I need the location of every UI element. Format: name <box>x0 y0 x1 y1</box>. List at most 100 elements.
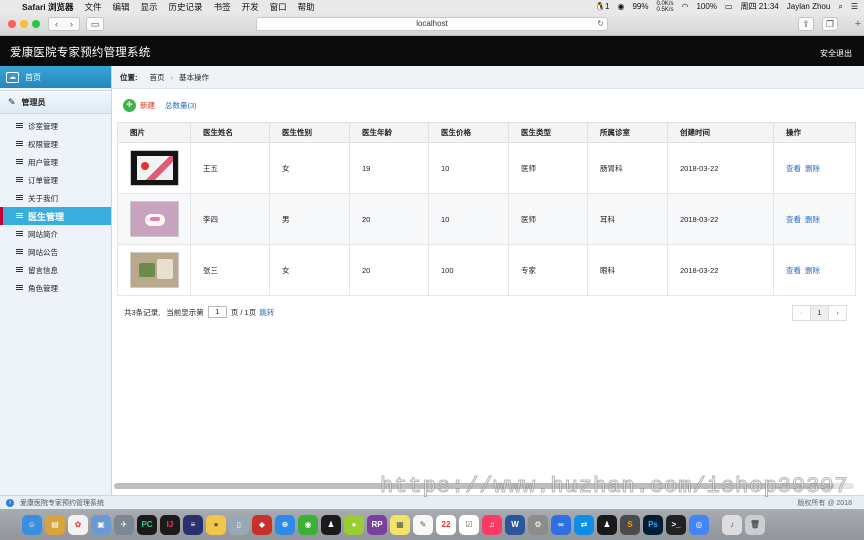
list-icon <box>16 159 23 165</box>
calendar-icon[interactable]: 22 <box>436 514 456 535</box>
sidebar-toggle-icon[interactable]: ▭ <box>86 17 104 31</box>
forward-icon[interactable]: › <box>64 19 79 29</box>
sidebar-item-announcements[interactable]: 网站公告 <box>0 243 111 261</box>
ball-icon[interactable]: ● <box>344 514 364 535</box>
app-title: 爱康医院专家预约管理系统 <box>10 47 151 59</box>
database-icon[interactable]: ▯ <box>229 514 249 535</box>
redis-icon[interactable]: ◆ <box>252 514 272 535</box>
launchpad-icon[interactable]: ✈ <box>114 514 134 535</box>
stickies-icon[interactable]: ▦ <box>390 514 410 535</box>
tabs-overview-icon[interactable]: ❐ <box>822 17 838 31</box>
sidebar-item-label: 留言信息 <box>28 265 58 275</box>
page-1-button[interactable]: 1 <box>810 305 829 321</box>
itunes-icon[interactable]: ♪ <box>722 514 742 535</box>
preview-icon[interactable]: ▣ <box>91 514 111 535</box>
sysprefs-icon[interactable]: ⚙ <box>528 514 548 535</box>
menu-app[interactable]: Safari 浏览器 <box>22 1 74 13</box>
sidebar-item-users[interactable]: 用户管理 <box>0 153 111 171</box>
notification-center-icon[interactable]: ☰ <box>851 2 858 11</box>
col-header-actions: 操作 <box>773 122 856 143</box>
photos-icon[interactable]: ✿ <box>68 514 88 535</box>
sidebar-item-clinic-room[interactable]: 诊室管理 <box>0 117 111 135</box>
menu-file[interactable]: 文件 <box>85 1 102 13</box>
safari-icon[interactable]: ⊕ <box>275 514 295 535</box>
search-icon[interactable]: ⌕ <box>838 2 842 12</box>
baidu-icon[interactable]: ∞ <box>551 514 571 535</box>
sidebar-item-about[interactable]: 关于我们 <box>0 189 111 207</box>
menu-view[interactable]: 显示 <box>141 1 158 13</box>
fullscreen-window-button[interactable] <box>32 20 40 28</box>
menu-help[interactable]: 帮助 <box>298 1 315 13</box>
logout-link[interactable]: 安全退出 <box>820 48 852 59</box>
qq-status-icon[interactable]: 🐧1 <box>595 2 609 11</box>
breadcrumb-home[interactable]: 首页 <box>150 72 165 83</box>
cell-name: 李四 <box>190 193 270 245</box>
cell-room: 肠胃科 <box>587 142 668 194</box>
reload-icon[interactable]: ↻ <box>597 18 604 30</box>
sidebar-item-permission[interactable]: 权限管理 <box>0 135 111 153</box>
view-link[interactable]: 查看 <box>786 266 801 275</box>
intellij-icon[interactable]: IJ <box>160 514 180 535</box>
jump-link[interactable]: 跳转 <box>259 307 274 318</box>
clock[interactable]: 周四 21:34 <box>741 1 779 12</box>
page-number-input[interactable]: 1 <box>207 306 227 318</box>
menu-history[interactable]: 历史记录 <box>169 1 203 13</box>
reminders-icon[interactable]: ☑ <box>459 514 479 535</box>
textedit-icon[interactable]: ✎ <box>413 514 433 535</box>
qq2-icon[interactable]: ♟ <box>597 514 617 535</box>
chrome-icon[interactable]: ◎ <box>689 514 709 535</box>
user-name[interactable]: Jaylan Zhou <box>787 2 831 11</box>
sublime-icon[interactable]: S <box>620 514 640 535</box>
sidebar-item-roles[interactable]: 角色管理 <box>0 279 111 297</box>
word-icon[interactable]: W <box>505 514 525 535</box>
table-header-row: 图片 医生姓名 医生性别 医生年龄 医生价格 医生类型 所属诊室 创建时间 操作 <box>117 122 856 143</box>
menu-window[interactable]: 窗口 <box>270 1 287 13</box>
view-link[interactable]: 查看 <box>786 215 801 224</box>
wechat-icon[interactable]: ◉ <box>298 514 318 535</box>
new-tab-icon[interactable]: + <box>852 13 864 36</box>
cpu-status[interactable]: 99% <box>632 2 648 11</box>
sidebar-home[interactable]: ☁ 首页 <box>0 66 111 88</box>
wifi-icon[interactable]: ◠ <box>681 2 688 11</box>
finder-icon[interactable]: ☺ <box>22 514 42 535</box>
hamster-icon[interactable]: ● <box>206 514 226 535</box>
info-icon: i <box>6 498 14 507</box>
menu-edit[interactable]: 编辑 <box>113 1 130 13</box>
next-page-button[interactable]: › <box>828 305 847 321</box>
add-icon[interactable]: + <box>123 99 136 112</box>
minimize-window-button[interactable] <box>20 20 28 28</box>
menu-develop[interactable]: 开发 <box>242 1 259 13</box>
battery-status[interactable]: 100% <box>696 2 716 11</box>
prev-page-button[interactable]: ‹ <box>792 305 811 321</box>
close-window-button[interactable] <box>8 20 16 28</box>
qq-icon[interactable]: ♟ <box>321 514 341 535</box>
sidebar-item-site-intro[interactable]: 网站简介 <box>0 225 111 243</box>
view-link[interactable]: 查看 <box>786 164 801 173</box>
address-bar[interactable]: localhost ↻ <box>256 17 608 31</box>
trash-icon[interactable]: 🗑 <box>745 514 765 535</box>
teamviewer-icon[interactable]: ⇄ <box>574 514 594 535</box>
pycharm-icon[interactable]: PC <box>137 514 157 535</box>
col-header-age: 医生年龄 <box>349 122 429 143</box>
music-icon[interactable]: ♫ <box>482 514 502 535</box>
back-icon[interactable]: ‹ <box>49 19 64 29</box>
sidebar-item-orders[interactable]: 订单管理 <box>0 171 111 189</box>
breadcrumb-label: 位置: <box>120 72 138 82</box>
cell-type: 专家 <box>508 244 588 296</box>
sidebar-home-label: 首页 <box>25 72 41 82</box>
delete-link[interactable]: 删除 <box>805 215 820 224</box>
delete-link[interactable]: 删除 <box>805 164 820 173</box>
sidebar-item-messages[interactable]: 留言信息 <box>0 261 111 279</box>
photoshop-icon[interactable]: Ps <box>643 514 663 535</box>
axure-icon[interactable]: RP <box>367 514 387 535</box>
console-icon[interactable]: >_ <box>666 514 686 535</box>
new-doctor-button[interactable]: 新建 <box>140 100 155 111</box>
menu-bookmarks[interactable]: 书签 <box>214 1 231 13</box>
share-icon[interactable]: ⇪ <box>798 17 814 31</box>
notes-icon[interactable]: ▤ <box>45 514 65 535</box>
sidebar-admin-header[interactable]: ✎ 管理员 <box>0 90 111 114</box>
wechat-status-icon[interactable]: ◉ <box>617 2 624 11</box>
delete-link[interactable]: 删除 <box>805 266 820 275</box>
sidebar-item-doctors[interactable]: 医生管理 <box>0 207 111 225</box>
terminal-icon[interactable]: ≡ <box>183 514 203 535</box>
